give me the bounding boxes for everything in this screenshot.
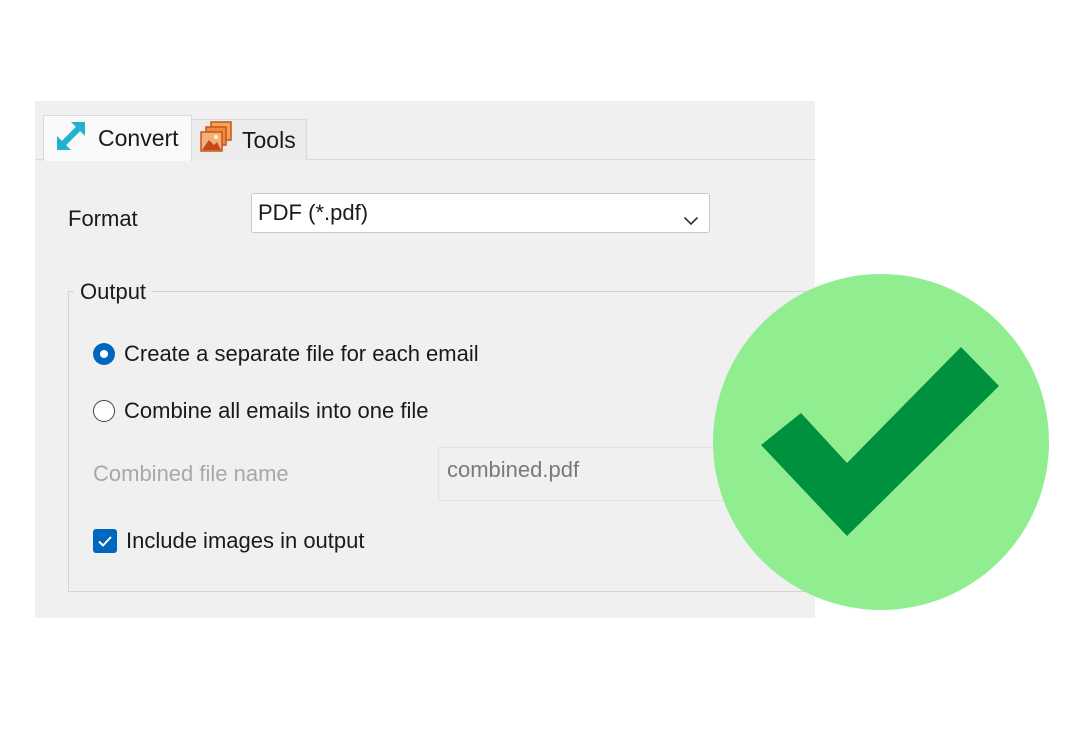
tab-convert[interactable]: Convert xyxy=(43,115,192,161)
output-group-title: Output xyxy=(74,279,153,305)
tab-tools[interactable]: Tools xyxy=(191,119,307,160)
tab-tools-label: Tools xyxy=(242,126,296,153)
convert-arrow-icon xyxy=(54,119,88,159)
radio-separate-file-label: Create a separate file for each email xyxy=(124,341,479,366)
radio-combine-all-label: Combine all emails into one file xyxy=(124,398,429,423)
tools-images-icon xyxy=(199,120,233,160)
radio-combine-all[interactable]: Combine all emails into one file xyxy=(93,398,429,424)
tab-bar: Convert Tools xyxy=(35,101,815,161)
chevron-down-icon xyxy=(683,206,699,232)
combined-file-name-label: Combined file name xyxy=(93,461,289,486)
include-images-label: Include images in output xyxy=(126,528,365,553)
radio-button-unselected[interactable] xyxy=(93,400,115,422)
include-images-checkbox[interactable] xyxy=(93,529,117,553)
format-dropdown[interactable]: PDF (*.pdf) xyxy=(251,193,710,233)
success-badge xyxy=(713,274,1049,610)
checkbox-check-icon xyxy=(98,536,112,547)
tab-convert-label: Convert xyxy=(98,125,179,151)
radio-button-selected[interactable] xyxy=(93,343,115,365)
radio-separate-file[interactable]: Create a separate file for each email xyxy=(93,341,479,367)
format-label: Format xyxy=(68,206,138,231)
format-dropdown-value: PDF (*.pdf) xyxy=(258,200,369,225)
include-images-checkbox-row[interactable]: Include images in output xyxy=(93,528,365,554)
checkmark-icon xyxy=(761,347,999,536)
conversion-settings-panel: Convert Tools Format PDF (*.pdf) Output … xyxy=(35,101,848,618)
